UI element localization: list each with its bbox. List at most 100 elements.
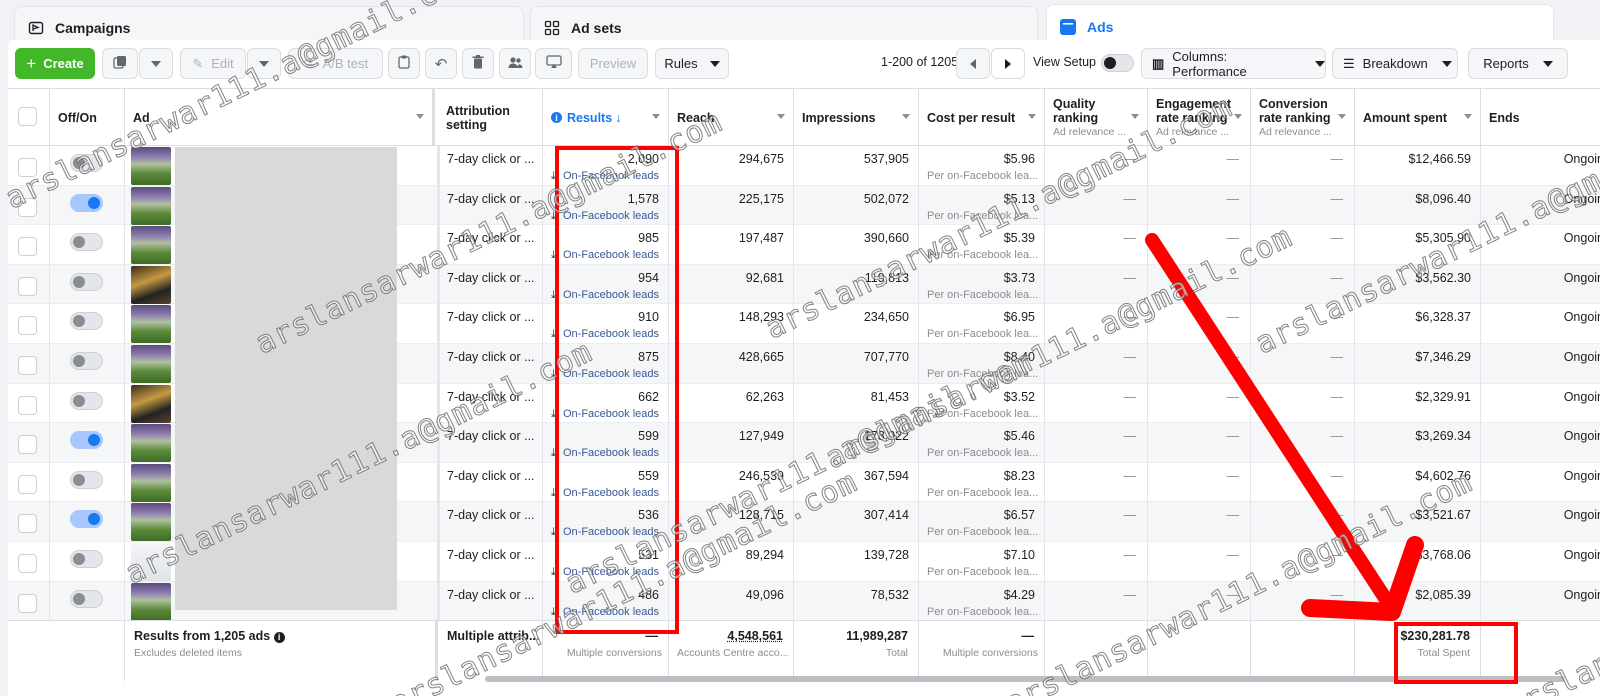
- col-impressions[interactable]: Impressions: [794, 89, 919, 146]
- ad-thumbnail[interactable]: [131, 543, 171, 581]
- col-attribution[interactable]: Attribution setting: [438, 89, 543, 146]
- select-all-checkbox[interactable]: [18, 107, 37, 126]
- undo-button[interactable]: ↶: [425, 48, 457, 79]
- reach-cell: 197,487: [669, 225, 794, 265]
- edit-dropdown[interactable]: [247, 48, 281, 79]
- quality-value: —: [1124, 231, 1137, 245]
- results-type-link[interactable]: On-Facebook leads: [563, 210, 659, 222]
- results-type-link[interactable]: On-Facebook leads: [563, 606, 659, 618]
- col-reach[interactable]: Reach: [669, 89, 794, 146]
- col-quality-label: Quality ranking: [1053, 97, 1113, 125]
- row-checkbox[interactable]: [18, 514, 37, 533]
- ad-thumbnail[interactable]: [131, 305, 171, 343]
- ad-status-toggle[interactable]: [70, 312, 103, 330]
- ad-thumbnail[interactable]: [131, 226, 171, 264]
- col-cost-per-result[interactable]: Cost per result: [919, 89, 1045, 146]
- download-icon: ⤓: [551, 408, 556, 421]
- col-results[interactable]: i Results ↓: [543, 89, 669, 146]
- audience-button[interactable]: [499, 48, 531, 79]
- results-type-link[interactable]: On-Facebook leads: [563, 408, 659, 420]
- ad-status-toggle[interactable]: [70, 431, 103, 449]
- impressions-cell: 178,022: [794, 423, 919, 463]
- reports-button[interactable]: Reports: [1468, 48, 1568, 79]
- ad-thumbnail[interactable]: [131, 345, 171, 383]
- results-type-link[interactable]: On-Facebook leads: [563, 170, 659, 182]
- results-type-link[interactable]: On-Facebook leads: [563, 526, 659, 538]
- ad-thumbnail[interactable]: [131, 503, 171, 541]
- results-type-link[interactable]: On-Facebook leads: [563, 328, 659, 340]
- ad-status-toggle[interactable]: [70, 590, 103, 608]
- edit-button[interactable]: ✎ Edit: [180, 48, 246, 79]
- ad-status-toggle[interactable]: [70, 392, 103, 410]
- delete-button[interactable]: [462, 48, 494, 79]
- row-checkbox[interactable]: [18, 158, 37, 177]
- ad-thumbnail[interactable]: [131, 147, 171, 185]
- results-type-link[interactable]: On-Facebook leads: [563, 249, 659, 261]
- ad-thumbnail[interactable]: [131, 187, 171, 225]
- ad-status-toggle[interactable]: [70, 194, 103, 212]
- chevron-down-icon: [710, 61, 720, 67]
- row-checkbox[interactable]: [18, 396, 37, 415]
- col-engagement[interactable]: Engagement rate ranking Ad relevance ...: [1148, 89, 1251, 146]
- quality-cell: —: [1045, 265, 1148, 305]
- col-offon[interactable]: Off/On: [50, 89, 125, 146]
- results-type-link[interactable]: On-Facebook leads: [563, 487, 659, 499]
- row-checkbox[interactable]: [18, 554, 37, 573]
- row-checkbox[interactable]: [18, 237, 37, 256]
- footer-reach-sub: Accounts Centre acco...: [677, 647, 788, 659]
- reach-cell: 49,096: [669, 582, 794, 620]
- col-ends[interactable]: Ends: [1481, 89, 1600, 146]
- ad-status-toggle[interactable]: [70, 471, 103, 489]
- preview-button[interactable]: Preview: [578, 48, 648, 79]
- conversion-value: —: [1331, 548, 1344, 562]
- create-label: Create: [43, 56, 83, 71]
- amount-cell: $12,466.59: [1355, 146, 1481, 186]
- ad-status-toggle[interactable]: [70, 352, 103, 370]
- ad-thumbnail[interactable]: [131, 266, 171, 304]
- row-checkbox[interactable]: [18, 277, 37, 296]
- row-checkbox[interactable]: [18, 316, 37, 335]
- row-checkbox[interactable]: [18, 594, 37, 613]
- col-quality[interactable]: Quality ranking Ad relevance ...: [1045, 89, 1148, 146]
- prev-page-button[interactable]: [956, 48, 990, 79]
- ad-thumbnail[interactable]: [131, 424, 171, 462]
- breakdown-button[interactable]: ☰ Breakdown: [1332, 48, 1458, 79]
- ad-status-toggle[interactable]: [70, 273, 103, 291]
- row-checkbox[interactable]: [18, 356, 37, 375]
- horizontal-scrollbar[interactable]: [485, 676, 1565, 682]
- duplicate-dropdown[interactable]: [139, 48, 173, 79]
- ad-thumbnail[interactable]: [131, 464, 171, 502]
- ad-status-toggle[interactable]: [70, 154, 103, 172]
- results-type-link[interactable]: On-Facebook leads: [563, 566, 659, 578]
- ad-thumbnail[interactable]: [131, 385, 171, 423]
- ad-status-toggle[interactable]: [70, 233, 103, 251]
- results-value: 662: [638, 390, 659, 404]
- download-icon: ⤓: [551, 328, 556, 341]
- results-type-link[interactable]: On-Facebook leads: [563, 447, 659, 459]
- next-page-button[interactable]: [991, 48, 1025, 79]
- view-setup-toggle[interactable]: [1101, 54, 1134, 72]
- share-button[interactable]: [535, 48, 572, 79]
- row-checkbox[interactable]: [18, 198, 37, 217]
- ab-test-button[interactable]: ⚗ A/B test: [288, 48, 383, 79]
- row-checkbox[interactable]: [18, 475, 37, 494]
- create-button[interactable]: + Create: [15, 48, 95, 79]
- duplicate-button[interactable]: [102, 48, 138, 79]
- results-type-link[interactable]: On-Facebook leads: [563, 368, 659, 380]
- row-checkbox[interactable]: [18, 435, 37, 454]
- reach-cell: 89,294: [669, 542, 794, 582]
- clipboard-button[interactable]: [388, 48, 420, 79]
- columns-button[interactable]: ▥ Columns: Performance: [1141, 48, 1326, 79]
- engagement-value: —: [1227, 271, 1240, 285]
- ad-status-toggle[interactable]: [70, 510, 103, 528]
- results-type-link[interactable]: On-Facebook leads: [563, 289, 659, 301]
- ad-thumbnail[interactable]: [131, 583, 171, 620]
- rules-button[interactable]: Rules: [655, 48, 729, 79]
- col-amount-spent[interactable]: Amount spent: [1355, 89, 1481, 146]
- quality-value: —: [1124, 469, 1137, 483]
- ends-value: Ongoin: [1564, 588, 1600, 602]
- ad-status-toggle[interactable]: [70, 550, 103, 568]
- col-ad[interactable]: Ad: [125, 89, 435, 146]
- col-conversion[interactable]: Conversion rate ranking Ad relevance ...: [1251, 89, 1355, 146]
- footer-reach-value[interactable]: 4,548,561: [727, 629, 783, 643]
